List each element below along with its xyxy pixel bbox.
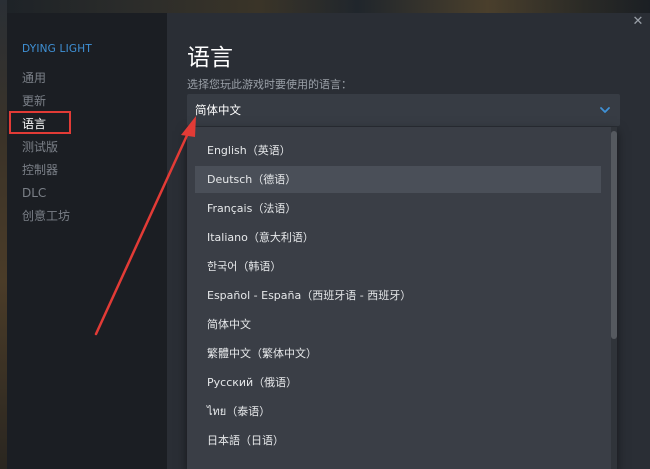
background-game-art (0, 0, 650, 13)
language-select[interactable]: 简体中文 (187, 94, 620, 126)
sidebar-item-workshop[interactable]: 创意工坊 (22, 208, 70, 224)
annotation-highlight-box (9, 111, 71, 134)
dropdown-scrollbar[interactable] (611, 127, 617, 469)
close-icon[interactable]: ✕ (632, 15, 644, 28)
game-title: DYING LIGHT (22, 43, 92, 55)
language-option-traditional-chinese[interactable]: 繁體中文（繁体中文） (195, 340, 601, 367)
language-option-thai[interactable]: ไทย（泰语） (195, 398, 601, 425)
page-title: 语言 (187, 45, 233, 71)
sidebar-item-general[interactable]: 通用 (22, 70, 46, 86)
dropdown-scroll-thumb[interactable] (611, 131, 617, 339)
sidebar-item-updates[interactable]: 更新 (22, 93, 46, 109)
language-option-simplified-chinese[interactable]: 简体中文 (195, 311, 601, 338)
language-option-korean[interactable]: 한국어（韩语） (195, 253, 601, 280)
sidebar-item-betas[interactable]: 测试版 (22, 139, 58, 155)
language-prompt: 选择您玩此游戏时要使用的语言： (187, 78, 352, 91)
language-option-french[interactable]: Français（法语） (195, 195, 601, 222)
language-option-japanese[interactable]: 日本語（日语） (195, 427, 601, 454)
language-select-value: 简体中文 (195, 103, 241, 117)
language-option-spanish[interactable]: Español - España（西班牙语 - 西班牙） (195, 282, 601, 309)
language-dropdown-list: English（英语） Deutsch（德语） Français（法语） Ita… (187, 127, 617, 469)
language-option-russian[interactable]: Русский（俄语） (195, 369, 601, 396)
game-properties-dialog: DYING LIGHT 通用 更新 语言 测试版 控制器 DLC 创意工坊 ✕ … (7, 13, 650, 469)
sidebar-item-controller[interactable]: 控制器 (22, 162, 58, 178)
language-option-english[interactable]: English（英语） (195, 137, 601, 164)
language-option-italian[interactable]: Italiano（意大利语） (195, 224, 601, 251)
language-option-german[interactable]: Deutsch（德语） (195, 166, 601, 193)
sidebar: DYING LIGHT 通用 更新 语言 测试版 控制器 DLC 创意工坊 (7, 13, 167, 469)
sidebar-item-dlc[interactable]: DLC (22, 185, 46, 201)
main-panel: ✕ 语言 选择您玩此游戏时要使用的语言： 简体中文 English（英语） De… (167, 13, 650, 469)
background-game-art-left (0, 0, 7, 469)
chevron-down-icon (600, 107, 610, 113)
